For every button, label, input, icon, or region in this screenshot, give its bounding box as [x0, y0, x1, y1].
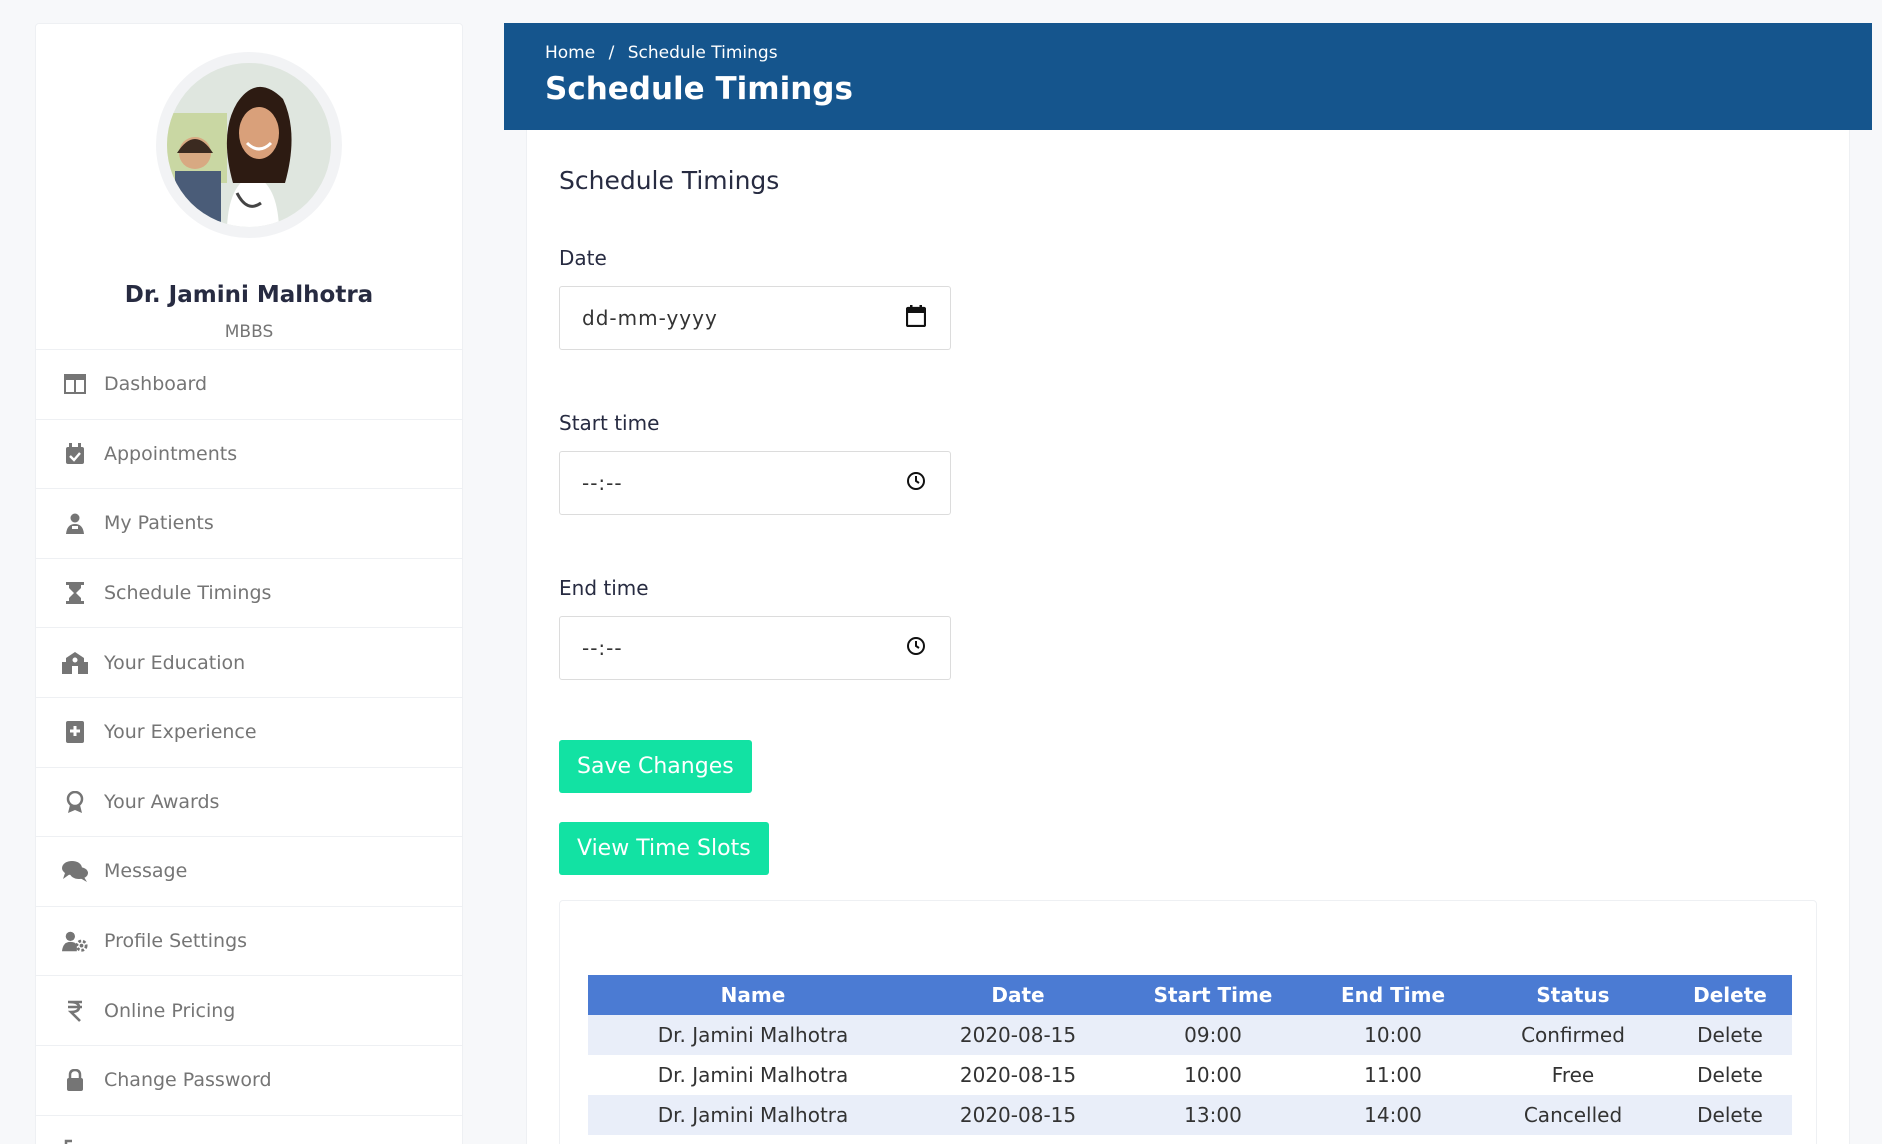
end-time-label: End time	[559, 576, 649, 600]
doctor-name: Dr. Jamini Malhotra	[124, 282, 374, 308]
sidebar-item-appointments[interactable]: Appointments	[36, 420, 462, 490]
medical-book-icon	[62, 720, 88, 744]
clock-icon[interactable]	[906, 471, 926, 495]
table-row: Dr. Jamini Malhotra 2020-08-15 13:00 14:…	[588, 1095, 1792, 1135]
avatar	[167, 63, 331, 227]
end-time-placeholder: --:--	[582, 636, 623, 660]
cell-start-time: 10:00	[1118, 1055, 1308, 1095]
cell-status: Free	[1478, 1055, 1668, 1095]
cell-end-time: 10:00	[1308, 1015, 1478, 1055]
sidebar-item-your-education[interactable]: Your Education	[36, 628, 462, 698]
sidebar-item-label: Profile Settings	[104, 930, 248, 953]
rupee-icon	[62, 999, 88, 1023]
page-title: Schedule Timings	[545, 71, 853, 107]
column-header-delete: Delete	[1668, 975, 1792, 1015]
sidebar-item-label: Your Experience	[104, 721, 257, 744]
hourglass-icon	[62, 581, 88, 605]
sidebar-item-label: Dashboard	[104, 373, 208, 396]
clock-icon[interactable]	[906, 636, 926, 660]
save-changes-button[interactable]: Save Changes	[559, 740, 752, 793]
schedule-card: Schedule Timings Date dd-mm-yyyy Start t…	[526, 130, 1850, 1144]
sidebar-item-profile-settings[interactable]: Profile Settings	[36, 907, 462, 977]
table-header-row: Name Date Start Time End Time Status Del…	[588, 975, 1792, 1015]
cell-start-time: 09:00	[1118, 1015, 1308, 1055]
sidebar-item-partial[interactable]	[36, 1116, 462, 1144]
profile-widget: Dr. Jamini Malhotra MBBS	[36, 24, 462, 350]
start-time-placeholder: --:--	[582, 471, 623, 495]
dashboard-icon	[62, 372, 88, 396]
column-header-name: Name	[588, 975, 918, 1015]
user-cog-icon	[62, 929, 88, 953]
table-row: Dr. Jamini Malhotra 2020-08-15 09:00 10:…	[588, 1015, 1792, 1055]
sidebar-item-your-experience[interactable]: Your Experience	[36, 698, 462, 768]
column-header-start-time: Start Time	[1118, 975, 1308, 1015]
cell-name: Dr. Jamini Malhotra	[588, 1095, 918, 1135]
time-slots-panel: Name Date Start Time End Time Status Del…	[559, 900, 1817, 1144]
sidebar-item-dashboard[interactable]: Dashboard	[36, 350, 462, 420]
lock-icon	[62, 1068, 88, 1092]
comments-icon	[62, 859, 88, 883]
sidebar-item-online-pricing[interactable]: Online Pricing	[36, 976, 462, 1046]
sidebar-item-change-password[interactable]: Change Password	[36, 1046, 462, 1116]
sidebar-item-label: Schedule Timings	[104, 582, 272, 605]
column-header-date: Date	[918, 975, 1118, 1015]
cell-name: Dr. Jamini Malhotra	[588, 1055, 918, 1095]
start-time-label: Start time	[559, 411, 660, 435]
breadcrumb-home[interactable]: Home	[545, 43, 595, 63]
date-input[interactable]: dd-mm-yyyy	[559, 286, 951, 350]
cell-date: 2020-08-15	[918, 1055, 1118, 1095]
award-icon	[62, 790, 88, 814]
column-header-end-time: End Time	[1308, 975, 1478, 1015]
page-header: Home / Schedule Timings Schedule Timings	[504, 23, 1872, 130]
sidebar-item-label: Your Education	[104, 651, 246, 674]
breadcrumb: Home / Schedule Timings	[545, 43, 786, 63]
calendar-check-icon	[62, 442, 88, 466]
sidebar-item-label: Appointments	[104, 442, 238, 465]
sidebar-item-label: My Patients	[104, 512, 214, 535]
sidebar-item-your-awards[interactable]: Your Awards	[36, 768, 462, 838]
sidebar-item-label: Your Awards	[104, 790, 220, 813]
cell-start-time: 13:00	[1118, 1095, 1308, 1135]
cell-end-time: 11:00	[1308, 1055, 1478, 1095]
date-placeholder: dd-mm-yyyy	[582, 306, 718, 330]
breadcrumb-separator: /	[608, 43, 615, 63]
calendar-icon[interactable]	[905, 305, 927, 331]
sidebar: Dr. Jamini Malhotra MBBS Dashboard Appoi…	[35, 23, 463, 1144]
cell-date: 2020-08-15	[918, 1015, 1118, 1055]
sidebar-item-label: Change Password	[104, 1069, 272, 1092]
sidebar-item-message[interactable]: Message	[36, 837, 462, 907]
cell-name: Dr. Jamini Malhotra	[588, 1015, 918, 1055]
cell-status: Cancelled	[1478, 1095, 1668, 1135]
view-time-slots-button[interactable]: View Time Slots	[559, 822, 769, 875]
time-slots-table: Name Date Start Time End Time Status Del…	[588, 975, 1792, 1135]
logout-icon	[62, 1138, 88, 1144]
patients-icon	[62, 511, 88, 535]
delete-button[interactable]: Delete	[1668, 1015, 1792, 1055]
doctor-degree: MBBS	[224, 322, 274, 342]
sidebar-item-label: Message	[104, 860, 188, 883]
cell-date: 2020-08-15	[918, 1095, 1118, 1135]
school-icon	[62, 651, 88, 675]
cell-status: Confirmed	[1478, 1015, 1668, 1055]
sidebar-item-my-patients[interactable]: My Patients	[36, 489, 462, 559]
date-label: Date	[559, 246, 607, 270]
delete-button[interactable]: Delete	[1668, 1055, 1792, 1095]
start-time-input[interactable]: --:--	[559, 451, 951, 515]
column-header-status: Status	[1478, 975, 1668, 1015]
sidebar-item-schedule-timings[interactable]: Schedule Timings	[36, 559, 462, 629]
card-title: Schedule Timings	[559, 166, 780, 195]
delete-button[interactable]: Delete	[1668, 1095, 1792, 1135]
sidebar-item-label: Online Pricing	[104, 999, 236, 1022]
end-time-input[interactable]: --:--	[559, 616, 951, 680]
table-row: Dr. Jamini Malhotra 2020-08-15 10:00 11:…	[588, 1055, 1792, 1095]
cell-end-time: 14:00	[1308, 1095, 1478, 1135]
breadcrumb-current: Schedule Timings	[627, 43, 778, 63]
